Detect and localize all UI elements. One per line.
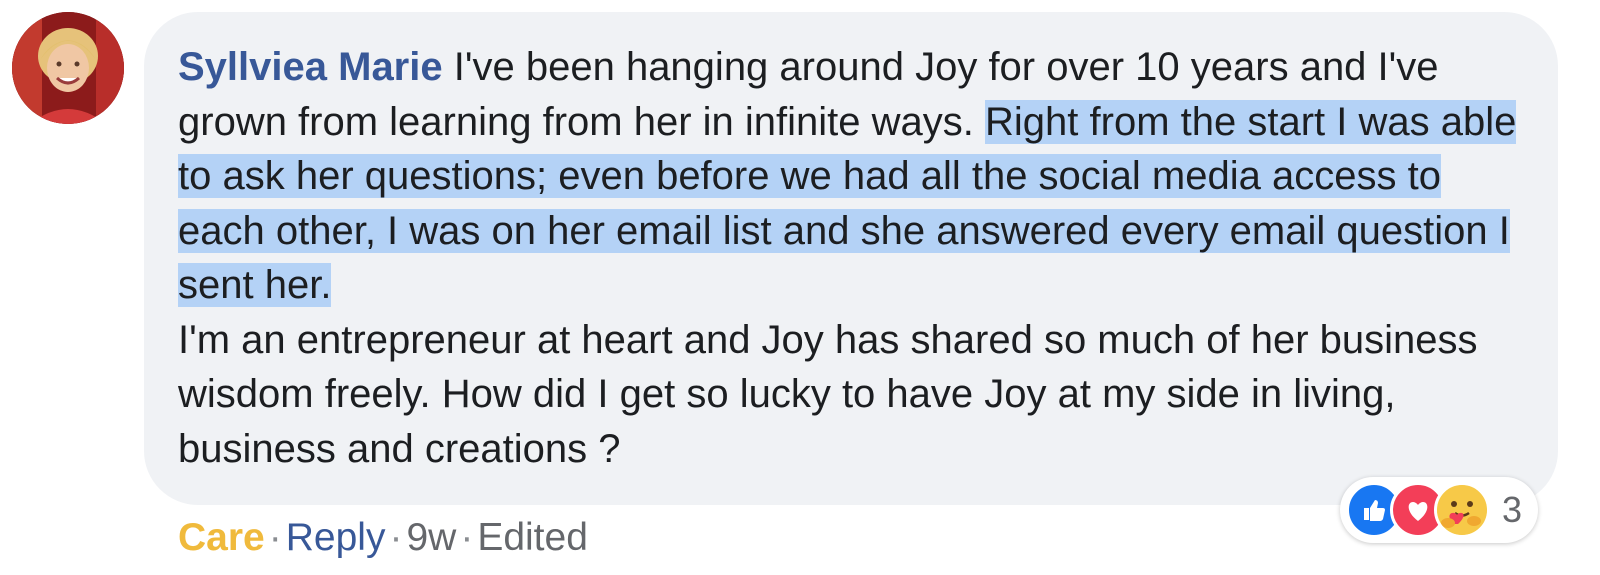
comment-actions: Care · Reply · 9w · Edited (178, 512, 588, 564)
reaction-count: 3 (1502, 489, 1523, 530)
avatar[interactable] (12, 12, 124, 124)
comment-text: Syllviea Marie I've been hanging around … (178, 40, 1538, 476)
comment-text-part: I'm an entrepreneur at heart and Joy has… (178, 317, 1478, 471)
separator: · (389, 516, 403, 559)
separator: · (268, 516, 282, 559)
profile-photo (12, 12, 124, 124)
care-icon (1434, 482, 1490, 538)
reactions-summary[interactable]: 3 (1340, 477, 1539, 543)
separator: · (460, 516, 474, 559)
author-name[interactable]: Syllviea Marie (178, 45, 443, 89)
timestamp[interactable]: 9w (406, 516, 456, 559)
care-button[interactable]: Care (178, 516, 265, 559)
reply-button[interactable]: Reply (286, 516, 386, 559)
edited-label[interactable]: Edited (477, 516, 588, 559)
